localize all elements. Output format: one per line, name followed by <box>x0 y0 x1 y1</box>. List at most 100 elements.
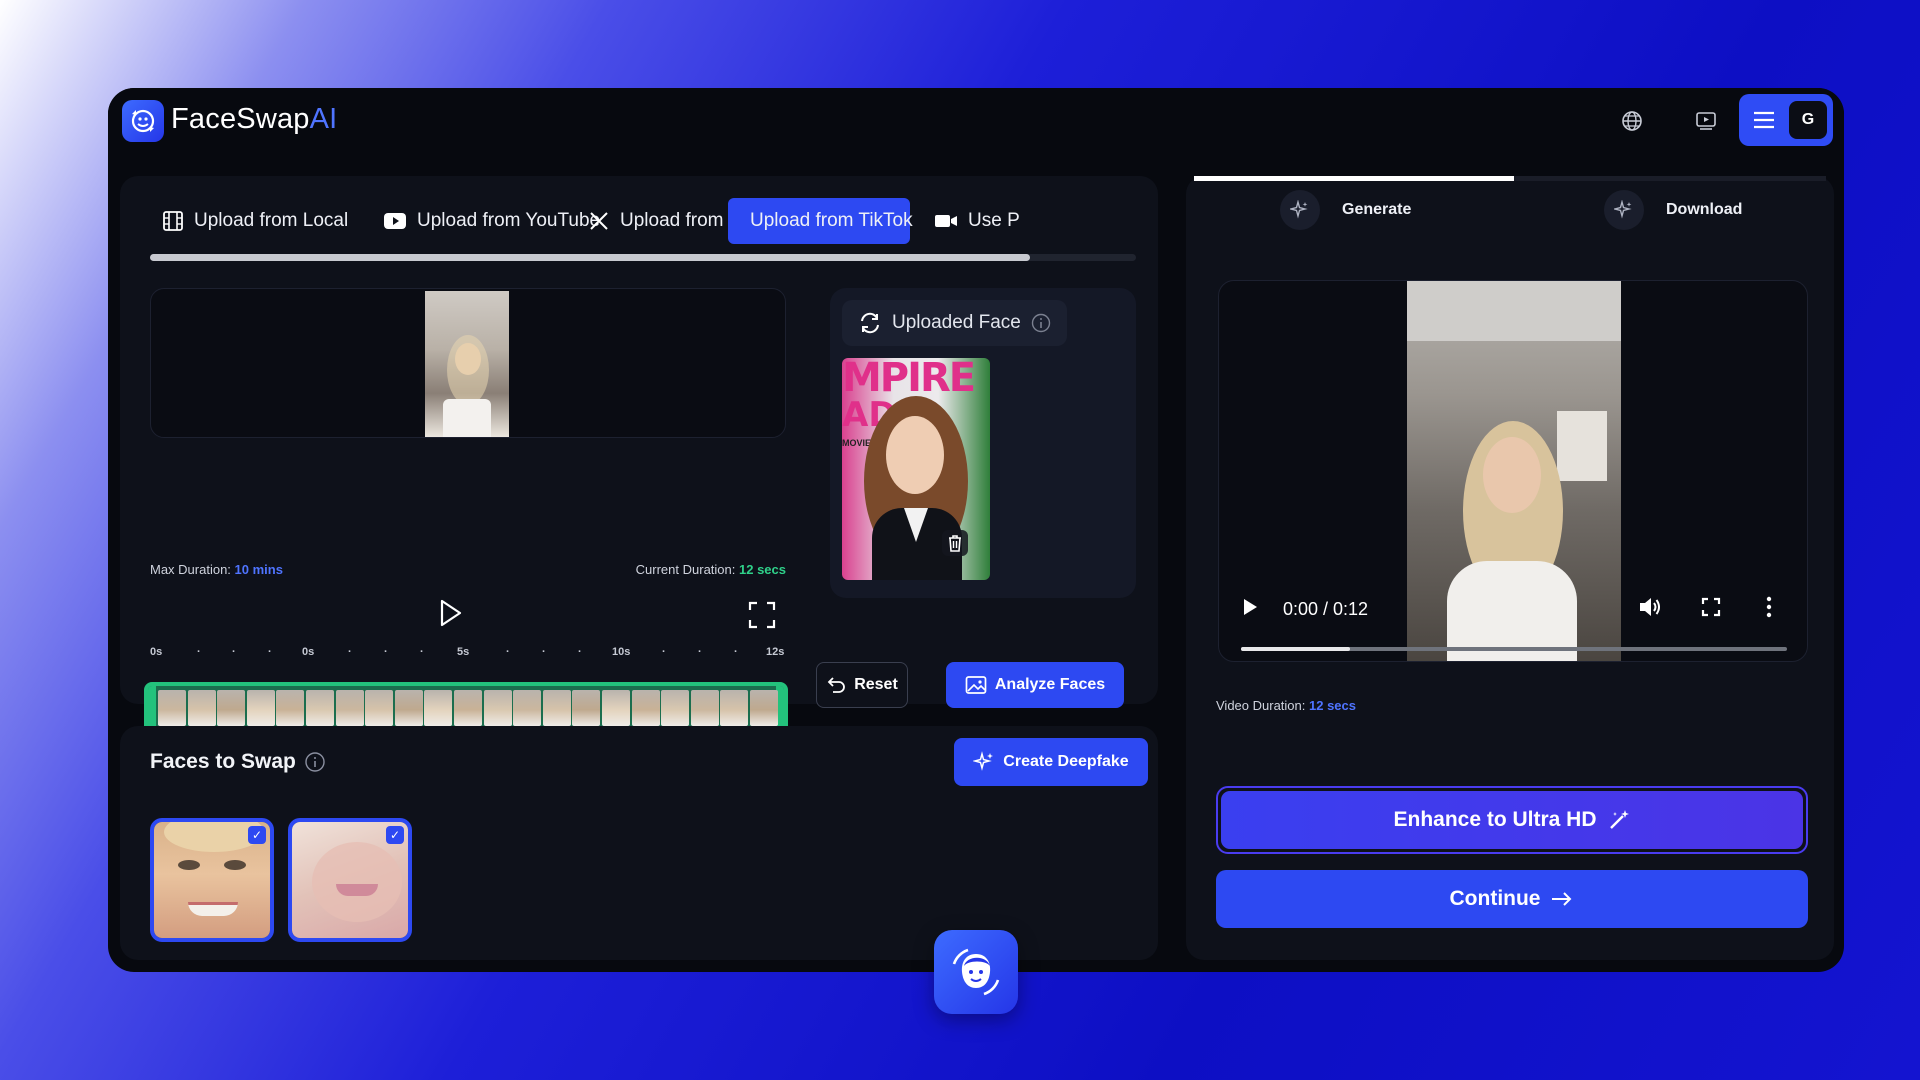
enhance-button-frame: Enhance to Ultra HD <box>1216 786 1808 854</box>
camera-icon <box>935 215 957 227</box>
result-video-player[interactable]: 0:00 / 0:12 <box>1218 280 1808 662</box>
create-deepfake-button[interactable]: Create Deepfake <box>954 738 1148 786</box>
filmstrip-frame <box>483 690 512 726</box>
sparkle-icon <box>1280 190 1320 230</box>
uploaded-face-image: MPIRE AD MOVIE <box>842 358 990 580</box>
player-play-button[interactable] <box>1241 597 1259 622</box>
trash-icon <box>949 535 961 552</box>
reset-button[interactable]: Reset <box>816 662 908 708</box>
tab-label: Upload from TikTok <box>750 210 913 231</box>
sparkle-icon <box>1604 190 1644 230</box>
x-icon <box>590 212 608 230</box>
filmstrip-frame <box>602 690 630 726</box>
undo-icon <box>827 677 846 693</box>
filmstrip-frame <box>690 690 719 726</box>
tab-label: Upload from Local <box>194 210 349 231</box>
play-icon <box>440 599 462 627</box>
volume-icon <box>1640 598 1660 616</box>
filmstrip-frame <box>572 690 601 726</box>
image-icon <box>965 676 987 694</box>
filmstrip-frame <box>720 690 749 726</box>
refresh-icon[interactable] <box>858 312 882 334</box>
current-duration-value: 12 secs <box>739 562 786 577</box>
filmstrip-frame <box>365 690 394 726</box>
fullscreen-icon <box>1701 597 1721 617</box>
filmstrip-frame <box>158 690 186 726</box>
youtube-icon <box>384 213 406 229</box>
brand-ai-text: AI <box>309 103 338 135</box>
hamburger-menu-icon[interactable] <box>1751 107 1777 133</box>
continue-label: Continue <box>1449 887 1541 910</box>
player-more-button[interactable] <box>1765 595 1773 624</box>
filmstrip-frame <box>217 690 246 726</box>
timeline-ruler: 0s · · · 0s · · · 5s · · · 10s · · · 12s <box>150 646 785 658</box>
face-to-swap-2[interactable]: ✓ <box>288 818 412 942</box>
face-to-swap-1[interactable]: ✓ <box>150 818 274 942</box>
source-video-preview[interactable] <box>150 288 786 438</box>
steps-progress <box>1194 176 1826 181</box>
continue-button[interactable]: Continue <box>1216 870 1808 928</box>
arrow-right-icon <box>1552 892 1572 906</box>
filmstrip-frame <box>542 690 571 726</box>
volume-button[interactable] <box>1637 595 1663 624</box>
filmstrip-frame <box>424 690 453 726</box>
ruler-tick: 12s <box>766 646 785 658</box>
trim-handle-start[interactable] <box>148 686 156 730</box>
fullscreen-button[interactable] <box>748 601 776 634</box>
source-video-thumbnail <box>425 291 509 437</box>
ruler-tick: 10s <box>612 646 631 658</box>
faces-to-swap-header: Faces to Swap <box>150 750 326 774</box>
filmstrip-frame <box>246 690 275 726</box>
tutorial-video-icon[interactable] <box>1688 103 1724 139</box>
player-controls: 0:00 / 0:12 <box>1219 581 1807 661</box>
player-fullscreen-button[interactable] <box>1701 597 1721 622</box>
avatar[interactable]: G <box>1789 101 1827 139</box>
tab-use-photo[interactable]: Use P <box>922 198 1032 244</box>
ruler-tick: 5s <box>457 646 470 658</box>
reset-label: Reset <box>854 676 898 693</box>
player-seek-bar[interactable] <box>1241 647 1787 651</box>
logo-icon[interactable] <box>122 100 164 142</box>
brand-name[interactable]: FaceSwapAI <box>171 103 337 136</box>
enhance-ultra-hd-button[interactable]: Enhance to Ultra HD <box>1221 791 1803 849</box>
max-duration: Max Duration: 10 mins <box>150 562 283 577</box>
uploaded-face-label: Uploaded Face <box>892 312 1021 333</box>
floating-logo-icon[interactable] <box>934 930 1018 1014</box>
max-duration-label: Max Duration: <box>150 562 231 577</box>
step-generate[interactable]: Generate <box>1280 190 1411 230</box>
checkbox-selected[interactable]: ✓ <box>386 826 404 844</box>
delete-face-button[interactable] <box>942 530 968 556</box>
filmstrip-frame <box>335 690 364 726</box>
faces-to-swap-title: Faces to Swap <box>150 750 296 773</box>
max-duration-value: 10 mins <box>234 562 283 577</box>
tab-upload-tiktok[interactable]: Upload from TikTok <box>728 198 913 244</box>
info-icon[interactable] <box>304 751 326 773</box>
checkbox-selected[interactable]: ✓ <box>248 826 266 844</box>
tab-upload-x[interactable]: Upload from X <box>576 198 753 244</box>
scrollbar-thumb[interactable] <box>150 254 1030 261</box>
create-deepfake-label: Create Deepfake <box>1003 753 1129 770</box>
magic-wand-icon <box>1609 810 1629 829</box>
video-editor-panel: Upload from Local Upload from YouTube Up… <box>120 176 1158 734</box>
tab-label: Upload from YouTube <box>417 210 601 231</box>
menu-group: G <box>1739 94 1833 146</box>
enhance-label: Enhance to Ultra HD <box>1393 808 1597 831</box>
filmstrip-frame <box>187 690 216 726</box>
filmstrip-frame <box>306 690 334 726</box>
analyze-faces-button[interactable]: Analyze Faces <box>946 662 1124 708</box>
globe-icon[interactable] <box>1614 103 1650 139</box>
more-vertical-icon <box>1766 596 1772 618</box>
step-download[interactable]: Download <box>1604 190 1742 230</box>
info-icon[interactable] <box>1031 313 1051 333</box>
tab-upload-local[interactable]: Upload from Local <box>150 198 360 244</box>
player-time: 0:00 / 0:12 <box>1283 599 1369 619</box>
tabs-scrollbar[interactable] <box>150 254 1136 261</box>
video-duration-value: 12 secs <box>1309 698 1356 713</box>
magazine-title: MPIRE <box>842 358 976 401</box>
magazine-label: MOVIE <box>842 438 872 448</box>
brand-text: FaceSwap <box>171 103 310 135</box>
filmstrip-frame <box>750 690 778 726</box>
video-duration: Video Duration: 12 secs <box>1216 698 1356 713</box>
play-button[interactable] <box>436 598 464 633</box>
video-duration-label: Video Duration: <box>1216 698 1306 713</box>
